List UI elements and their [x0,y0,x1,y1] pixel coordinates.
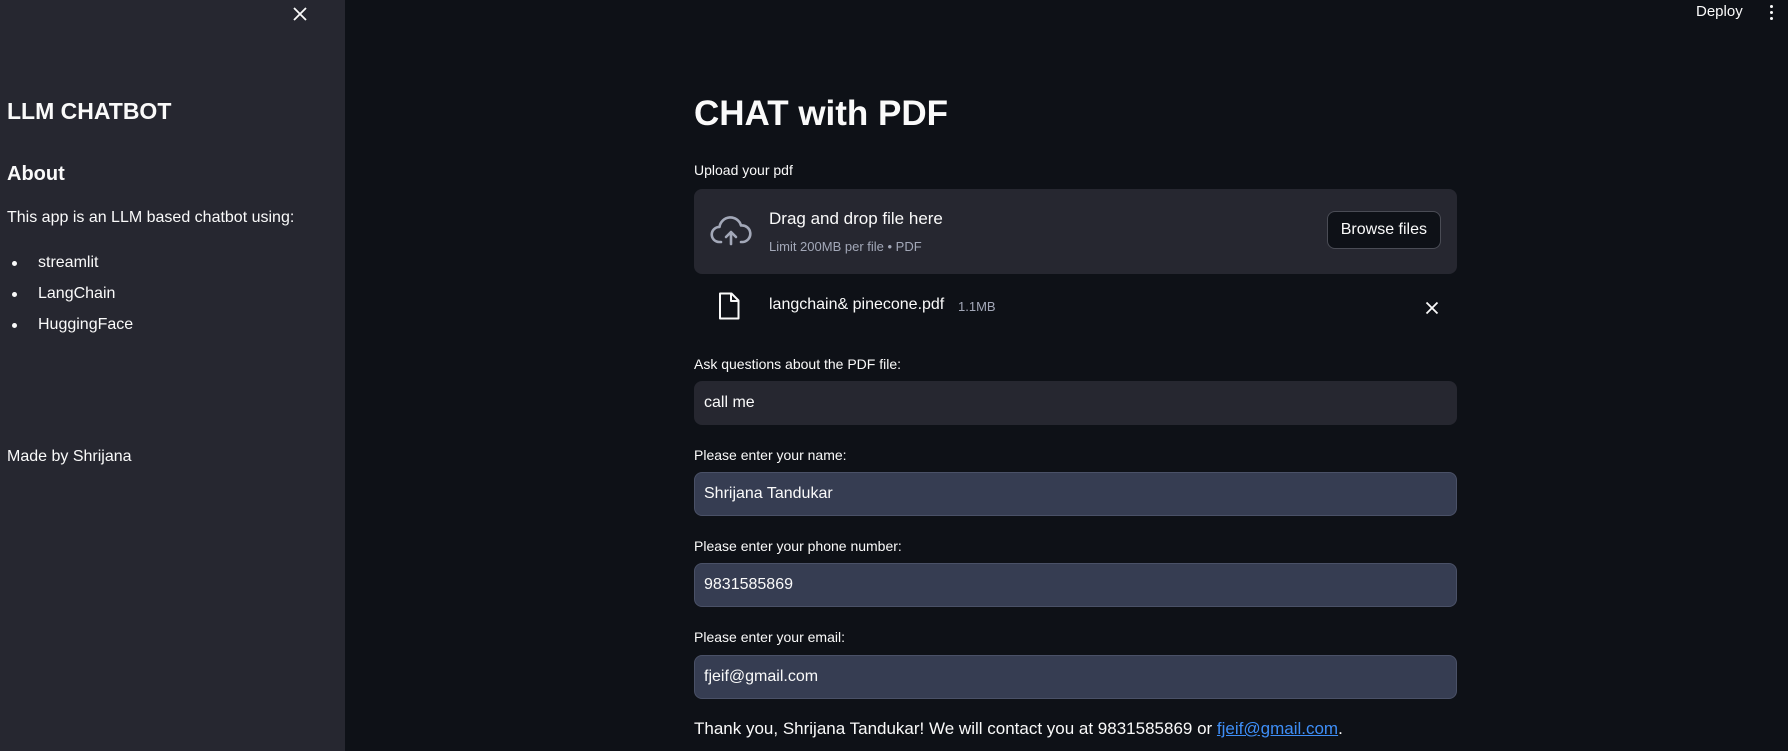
question-label: Ask questions about the PDF file: [694,356,901,372]
phone-label: Please enter your phone number: [694,538,902,554]
confirmation-period: . [1338,719,1343,738]
close-sidebar-button[interactable] [288,2,312,26]
upload-label: Upload your pdf [694,162,793,178]
confirmation-message: Thank you, Shrijana Tandukar! We will co… [694,719,1343,739]
list-item: HuggingFace [7,315,133,346]
name-label: Please enter your name: [694,447,847,463]
email-link[interactable]: fjeif@gmail.com [1217,719,1338,738]
file-dropzone[interactable]: Drag and drop file here Limit 200MB per … [694,189,1457,274]
made-by-text: Made by Shrijana [7,448,132,465]
uploaded-file-row: langchain& pinecone.pdf 1.1MB [694,290,1457,326]
list-item: LangChain [7,284,133,315]
question-input[interactable] [694,381,1457,425]
list-item: streamlit [7,253,133,284]
sidebar: LLM CHATBOT About This app is an LLM bas… [0,0,345,751]
browse-files-button[interactable]: Browse files [1326,211,1441,249]
email-input[interactable] [694,655,1457,699]
sidebar-title: LLM CHATBOT [7,98,172,124]
about-heading: About [7,163,65,185]
deploy-button[interactable]: Deploy [1696,3,1743,20]
uploaded-file-name: langchain& pinecone.pdf [769,296,945,313]
confirmation-text: Thank you, Shrijana Tandukar! We will co… [694,719,1217,738]
about-description: This app is an LLM based chatbot using: [7,209,295,226]
close-icon [293,7,307,21]
email-label: Please enter your email: [694,629,845,645]
tech-list: streamlit LangChain HuggingFace [7,253,133,346]
remove-file-button[interactable] [1420,296,1444,320]
page-title: CHAT with PDF [694,94,949,133]
file-icon [719,292,740,320]
name-input[interactable] [694,472,1457,516]
kebab-dot-icon [1769,17,1773,20]
dropzone-instruction: Drag and drop file here [769,209,943,228]
phone-input[interactable] [694,563,1457,607]
cloud-upload-icon [710,216,752,246]
main-menu-button[interactable] [1764,2,1778,24]
kebab-dot-icon [1769,11,1773,14]
dropzone-limit-text: Limit 200MB per file • PDF [769,239,922,254]
uploaded-file-size: 1.1MB [958,299,996,314]
close-icon [1425,301,1439,315]
kebab-dot-icon [1769,5,1773,8]
